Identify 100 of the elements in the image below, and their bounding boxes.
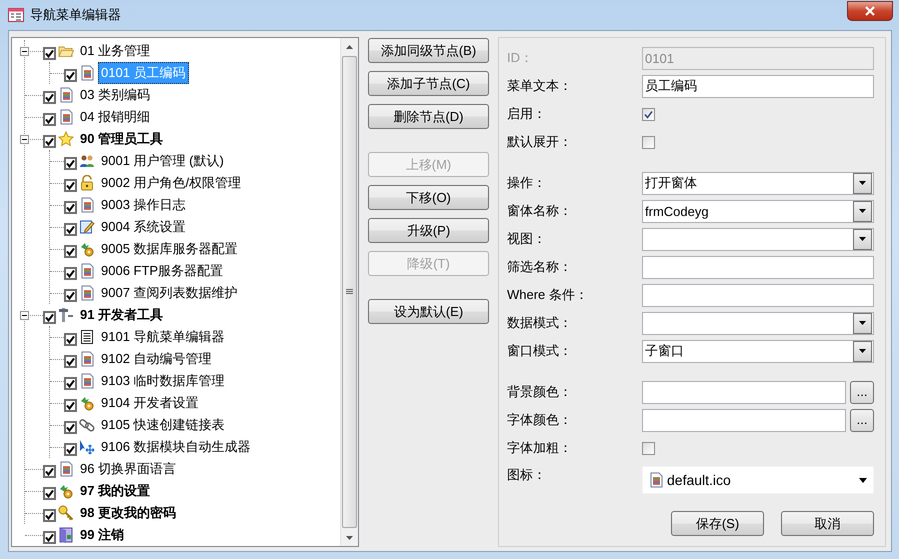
padlock-icon [79, 175, 95, 191]
dialog-button[interactable]: 取消 [781, 511, 874, 536]
text-field[interactable]: 员工编码 [642, 74, 874, 98]
tree-checkbox[interactable] [43, 310, 56, 324]
tree-checkbox[interactable] [64, 398, 77, 412]
door-icon [58, 527, 74, 543]
tree-item[interactable]: 99 注销 [77, 524, 128, 546]
tree-checkbox[interactable] [64, 288, 77, 302]
dropdown-field[interactable]: 子窗口 [642, 340, 874, 362]
action-button[interactable]: 删除节点(D) [368, 104, 489, 129]
tree-checkbox[interactable] [64, 156, 77, 170]
action-button[interactable]: 设为默认(E) [368, 299, 489, 324]
up-arrow-icon [346, 44, 353, 48]
tree-item[interactable]: 9104 开发者设置 [98, 392, 202, 414]
document-icon [79, 263, 95, 279]
tree-item[interactable]: 98 更改我的密码 [77, 502, 180, 524]
action-button[interactable]: 添加子节点(C) [368, 71, 489, 96]
tree-checkbox[interactable] [64, 200, 77, 214]
tree-checkbox[interactable] [43, 134, 56, 148]
tree-checkbox[interactable] [64, 332, 77, 346]
tree-checkbox[interactable] [64, 354, 77, 368]
field-label: Where 条件： [507, 286, 589, 304]
color-field[interactable] [642, 408, 846, 432]
collapse-toggle[interactable] [20, 310, 29, 320]
document-icon [79, 351, 95, 367]
color-field[interactable] [642, 380, 846, 404]
tree-checkbox[interactable] [64, 376, 77, 390]
field-label: 窗体名称： [507, 202, 573, 220]
tree-checkbox[interactable] [43, 90, 56, 104]
tree-checkbox[interactable] [43, 486, 56, 500]
tree-item[interactable]: 9007 查阅列表数据维护 [98, 282, 241, 304]
caret-icon [859, 349, 866, 353]
tree-checkbox[interactable] [43, 464, 56, 478]
tree-item[interactable]: 9001 用户管理 (默认) [98, 150, 227, 172]
tree-checkbox[interactable] [64, 244, 77, 258]
tree-checkbox[interactable] [64, 442, 77, 456]
tree-item[interactable]: 9101 导航菜单编辑器 [98, 326, 228, 348]
collapse-toggle[interactable] [20, 134, 29, 144]
gears-icon [79, 395, 95, 411]
tree-checkbox[interactable] [43, 46, 56, 60]
browse-button[interactable]: ... [850, 408, 874, 432]
tree-checkbox[interactable] [64, 420, 77, 434]
tree-item[interactable]: 9105 快速创建链接表 [98, 414, 228, 436]
tree-checkbox[interactable] [64, 178, 77, 192]
pointer-move-icon [79, 439, 95, 455]
tree-item[interactable]: 9005 数据库服务器配置 [98, 238, 241, 260]
text-field[interactable] [642, 256, 874, 278]
dropdown-field[interactable] [642, 312, 874, 334]
document-icon [58, 461, 74, 477]
users-icon [79, 153, 95, 169]
collapse-toggle[interactable] [20, 46, 29, 56]
dropdown-field[interactable] [642, 228, 874, 250]
tree-item[interactable]: 9006 FTP服务器配置 [98, 260, 226, 282]
tools-icon [58, 307, 74, 323]
close-button[interactable] [847, 1, 893, 21]
browse-button[interactable]: ... [850, 380, 874, 404]
caret-icon [859, 181, 866, 185]
document-icon [58, 87, 74, 103]
tree-item[interactable]: 01 业务管理 [77, 40, 154, 62]
action-button[interactable]: 添加同级节点(B) [368, 38, 489, 63]
tree-item[interactable]: 04 报销明细 [77, 106, 154, 128]
tree-checkbox[interactable] [43, 530, 56, 544]
caret-icon [859, 209, 866, 213]
tree-checkbox[interactable] [43, 112, 56, 126]
tree-item[interactable]: 97 我的设置 [77, 480, 154, 502]
dropdown-field[interactable]: 打开窗体 [642, 172, 874, 194]
icon-dropdown[interactable]: default.ico [642, 466, 874, 494]
action-button[interactable]: 下移(O) [368, 185, 489, 210]
down-arrow-icon [346, 536, 353, 540]
document-icon [79, 285, 95, 301]
tree-checkbox[interactable] [64, 266, 77, 280]
list-icon [79, 329, 95, 345]
action-button[interactable]: 升级(P) [368, 218, 489, 243]
tree-item[interactable]: 90 管理员工具 [77, 128, 166, 150]
document-icon [79, 65, 95, 81]
document-icon [79, 373, 95, 389]
tree-item[interactable]: 9004 系统设置 [98, 216, 189, 238]
checkbox[interactable] [642, 108, 655, 120]
tree-item[interactable]: 9103 临时数据库管理 [98, 370, 228, 392]
tree-checkbox[interactable] [64, 68, 77, 82]
checkbox[interactable] [642, 136, 655, 148]
dropdown-field[interactable]: frmCodeyg [642, 200, 874, 222]
field-label: 筛选名称： [507, 258, 573, 276]
window-title: 导航菜单编辑器 [30, 6, 121, 24]
tree-item[interactable]: 9003 操作日志 [98, 194, 189, 216]
tree-item[interactable]: 03 类别编码 [77, 84, 154, 106]
tree-checkbox[interactable] [64, 222, 77, 236]
tree-checkbox[interactable] [43, 508, 56, 522]
gears-icon [58, 483, 74, 499]
tree-item[interactable]: 9002 用户角色/权限管理 [98, 172, 244, 194]
checkbox[interactable] [642, 442, 655, 454]
tree-item[interactable]: 91 开发者工具 [77, 304, 166, 326]
tree-item[interactable]: 9106 数据模块自动生成器 [98, 436, 254, 458]
field-label: 视图： [507, 230, 547, 248]
tree-item[interactable]: 9102 自动编号管理 [98, 348, 215, 370]
dialog-button[interactable]: 保存(S) [671, 511, 764, 536]
text-field[interactable] [642, 284, 874, 306]
chain-link-icon [79, 417, 95, 433]
tree-item[interactable]: 96 切换界面语言 [77, 458, 180, 480]
scroll-thumb[interactable] [342, 56, 357, 528]
